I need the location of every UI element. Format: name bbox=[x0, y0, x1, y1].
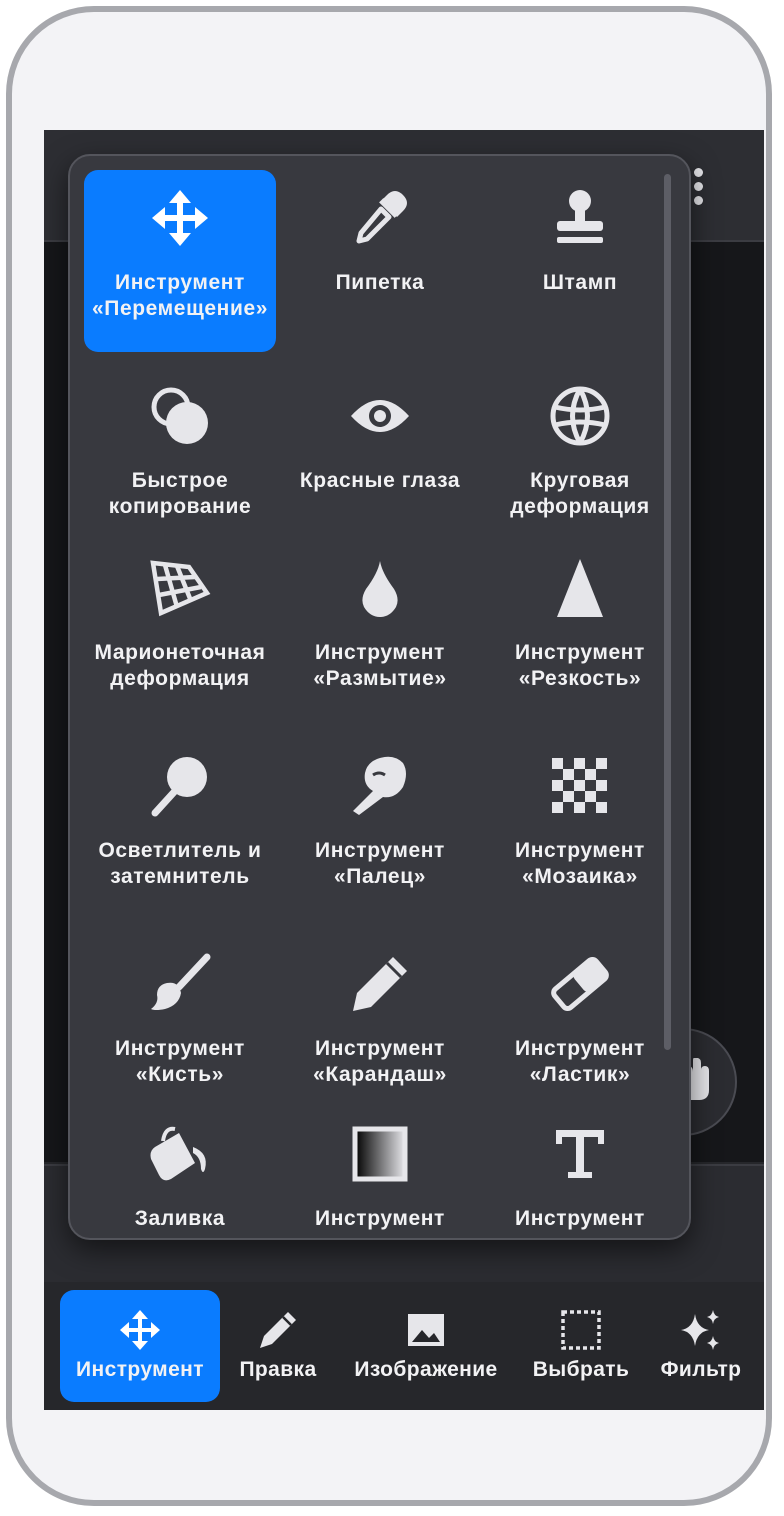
globe-icon bbox=[548, 384, 612, 448]
tool-blur[interactable]: Инструмент «Размытие» bbox=[284, 540, 476, 722]
more-vertical-icon[interactable] bbox=[694, 168, 704, 210]
app-screen: Инструмент «Перемещение» Пипетка Штамп Б… bbox=[44, 130, 764, 1410]
move-arrows-icon bbox=[120, 1310, 160, 1350]
tool-label: Круговая деформация bbox=[510, 469, 650, 518]
pencil-icon bbox=[260, 1312, 296, 1348]
tool-label: Инструмент «Мозаика» bbox=[515, 839, 645, 888]
tool-quick-copy[interactable]: Быстрое копирование bbox=[84, 368, 276, 550]
tool-label: Инструмент «Карандаш» bbox=[313, 1037, 447, 1086]
tool-smudge[interactable]: Инструмент «Палец» bbox=[284, 738, 476, 920]
text-t-icon bbox=[548, 1122, 612, 1186]
tool-label: Штамп bbox=[542, 271, 618, 294]
nav-edit[interactable]: Правка bbox=[228, 1290, 328, 1402]
quick-copy-circles-icon bbox=[148, 384, 212, 448]
tool-label: Инструмент «Ластик» bbox=[515, 1037, 645, 1086]
tool-brush[interactable]: Инструмент «Кисть» bbox=[84, 936, 276, 1118]
dashed-selection-icon bbox=[561, 1310, 601, 1350]
eye-icon bbox=[348, 384, 412, 448]
dodge-burn-icon bbox=[148, 754, 212, 818]
drop-icon bbox=[348, 556, 412, 620]
tool-pencil[interactable]: Инструмент «Карандаш» bbox=[284, 936, 476, 1118]
tool-label: Инструмент «Кисть» bbox=[115, 1037, 245, 1086]
smudge-finger-icon bbox=[348, 754, 412, 818]
tool-label: Красные глаза bbox=[299, 469, 461, 492]
tool-label: Пипетка bbox=[335, 271, 425, 294]
mosaic-checker-icon bbox=[548, 754, 612, 818]
phone-frame: Инструмент «Перемещение» Пипетка Штамп Б… bbox=[6, 6, 772, 1506]
move-arrows-icon bbox=[148, 186, 212, 250]
nav-tool[interactable]: Инструмент bbox=[60, 1290, 220, 1402]
tool-label: Инструмент bbox=[315, 1207, 445, 1230]
tool-gradient[interactable]: Инструмент bbox=[284, 1106, 476, 1238]
paint-bucket-icon bbox=[148, 1122, 212, 1186]
stamp-icon bbox=[548, 186, 612, 250]
tools-popover: Инструмент «Перемещение» Пипетка Штамп Б… bbox=[68, 154, 691, 1240]
tool-move[interactable]: Инструмент «Перемещение» bbox=[84, 170, 276, 352]
tool-label: Осветлитель и затемнитель bbox=[98, 839, 262, 888]
tool-eraser[interactable]: Инструмент «Ластик» bbox=[484, 936, 676, 1118]
nav-select[interactable]: Выбрать bbox=[524, 1290, 638, 1402]
tool-text[interactable]: Инструмент bbox=[484, 1106, 676, 1238]
tool-label: Инструмент «Размытие» bbox=[313, 641, 447, 690]
eyedropper-icon bbox=[348, 186, 412, 250]
tool-label: Марионеточная деформация bbox=[94, 641, 266, 690]
bottom-toolbar: Инструмент Правка Изображение Выбрать Фи… bbox=[44, 1282, 764, 1410]
nav-label: Фильтр bbox=[660, 1358, 742, 1381]
nav-label: Инструмент bbox=[76, 1358, 204, 1381]
nav-label: Правка bbox=[239, 1358, 317, 1381]
tool-puppet-warp[interactable]: Марионеточная деформация bbox=[84, 540, 276, 722]
warp-grid-icon bbox=[148, 556, 212, 620]
tool-mosaic[interactable]: Инструмент «Мозаика» bbox=[484, 738, 676, 920]
image-icon bbox=[408, 1314, 444, 1346]
tool-label: Быстрое копирование bbox=[108, 469, 252, 518]
tool-label: Инструмент «Резкость» bbox=[515, 641, 645, 690]
tool-label: Инструмент «Перемещение» bbox=[91, 271, 269, 320]
tool-dodge-burn[interactable]: Осветлитель и затемнитель bbox=[84, 738, 276, 920]
tool-eyedropper[interactable]: Пипетка bbox=[284, 170, 476, 352]
brush-icon bbox=[148, 952, 212, 1016]
tool-sharpen[interactable]: Инструмент «Резкость» bbox=[484, 540, 676, 722]
pencil-icon bbox=[348, 952, 412, 1016]
gradient-icon bbox=[348, 1122, 412, 1186]
tool-label: Заливка bbox=[134, 1207, 226, 1230]
nav-label: Изображение bbox=[354, 1358, 498, 1381]
eraser-icon bbox=[548, 952, 612, 1016]
sparkles-icon bbox=[681, 1310, 719, 1350]
triangle-icon bbox=[548, 556, 612, 620]
tool-red-eye[interactable]: Красные глаза bbox=[284, 368, 476, 550]
tool-circular-warp[interactable]: Круговая деформация bbox=[484, 368, 676, 550]
nav-label: Выбрать bbox=[532, 1358, 630, 1381]
nav-image[interactable]: Изображение bbox=[340, 1290, 512, 1402]
tool-label: Инструмент bbox=[515, 1207, 645, 1230]
tool-fill[interactable]: Заливка bbox=[84, 1106, 276, 1238]
tool-stamp[interactable]: Штамп bbox=[484, 170, 676, 352]
nav-filter[interactable]: Фильтр bbox=[648, 1290, 754, 1402]
tool-label: Инструмент «Палец» bbox=[315, 839, 445, 888]
